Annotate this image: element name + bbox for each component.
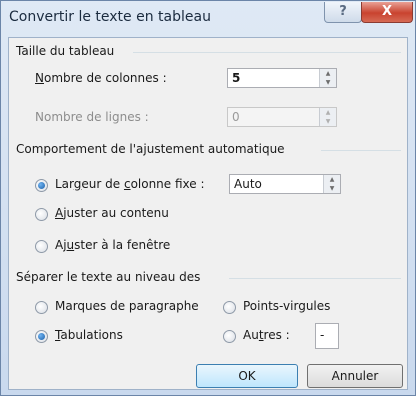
radio-paragraphe[interactable]	[35, 301, 48, 314]
ajuster-fenetre-label[interactable]: Ajuster à la fenêtre	[55, 238, 170, 252]
largeur-spin-arrows[interactable]: ▲ ▼	[323, 175, 340, 193]
colonnes-value[interactable]: 5	[232, 71, 240, 85]
radio-tabulations[interactable]	[35, 330, 48, 343]
close-button[interactable]: X	[361, 2, 413, 23]
group-title-ajustement: Comportement de l'ajustement automatique	[16, 142, 285, 156]
colonnes-spin-arrows[interactable]: ▲ ▼	[319, 69, 336, 87]
group-divider	[321, 150, 401, 151]
spin-down-icon: ▼	[325, 118, 331, 125]
radio-points-virgules[interactable]	[223, 301, 236, 314]
tabulations-label[interactable]: Tabulations	[55, 328, 123, 342]
points-virgules-label[interactable]: Points-virgules	[243, 299, 330, 313]
largeur-fixe-label[interactable]: Largeur de colonne fixe :	[55, 177, 205, 191]
group-title-taille: Taille du tableau	[16, 44, 115, 58]
group-title-separer: Séparer le texte au niveau des	[16, 270, 201, 284]
lignes-value: 0	[232, 110, 240, 124]
paragraphe-label[interactable]: Marques de paragraphe	[55, 299, 199, 313]
group-divider	[133, 52, 401, 53]
radio-ajuster-contenu[interactable]	[35, 208, 48, 221]
radio-ajuster-fenetre[interactable]	[35, 240, 48, 253]
lignes-spinner: 0 ▲ ▼	[227, 107, 337, 127]
spin-down-icon[interactable]: ▼	[320, 78, 336, 87]
largeur-spinner[interactable]: Auto ▲ ▼	[229, 174, 341, 194]
spin-up-icon: ▲	[325, 109, 331, 116]
title-bar[interactable]: Convertir le texte en tableau ? X	[1, 1, 415, 37]
dialog-title: Convertir le texte en tableau	[9, 9, 211, 25]
colonnes-spinner[interactable]: 5 ▲ ▼	[227, 68, 337, 88]
spin-up-icon[interactable]: ▲	[324, 175, 340, 184]
autres-label[interactable]: Autres :	[243, 328, 290, 342]
annuler-button[interactable]: Annuler	[307, 364, 403, 388]
spin-down-icon[interactable]: ▼	[324, 184, 340, 193]
lignes-spin-arrows: ▲ ▼	[319, 108, 336, 126]
autres-input[interactable]: -	[315, 323, 339, 349]
spin-up-icon[interactable]: ▲	[320, 69, 336, 78]
colonnes-label: Nombre de colonnes :	[35, 71, 167, 85]
radio-autres[interactable]	[223, 330, 236, 343]
largeur-value[interactable]: Auto	[234, 177, 262, 191]
ajuster-contenu-label[interactable]: Ajuster au contenu	[55, 206, 169, 220]
ok-button[interactable]: OK	[196, 364, 298, 388]
lignes-label: Nombre de lignes :	[35, 110, 149, 124]
dialog-body: Taille du tableau Nombre de colonnes : 5…	[8, 37, 408, 390]
group-divider	[229, 278, 401, 279]
radio-largeur-fixe[interactable]	[35, 179, 48, 192]
help-button[interactable]: ?	[324, 2, 362, 23]
dialog-window: Convertir le texte en tableau ? X Taille…	[0, 0, 416, 396]
